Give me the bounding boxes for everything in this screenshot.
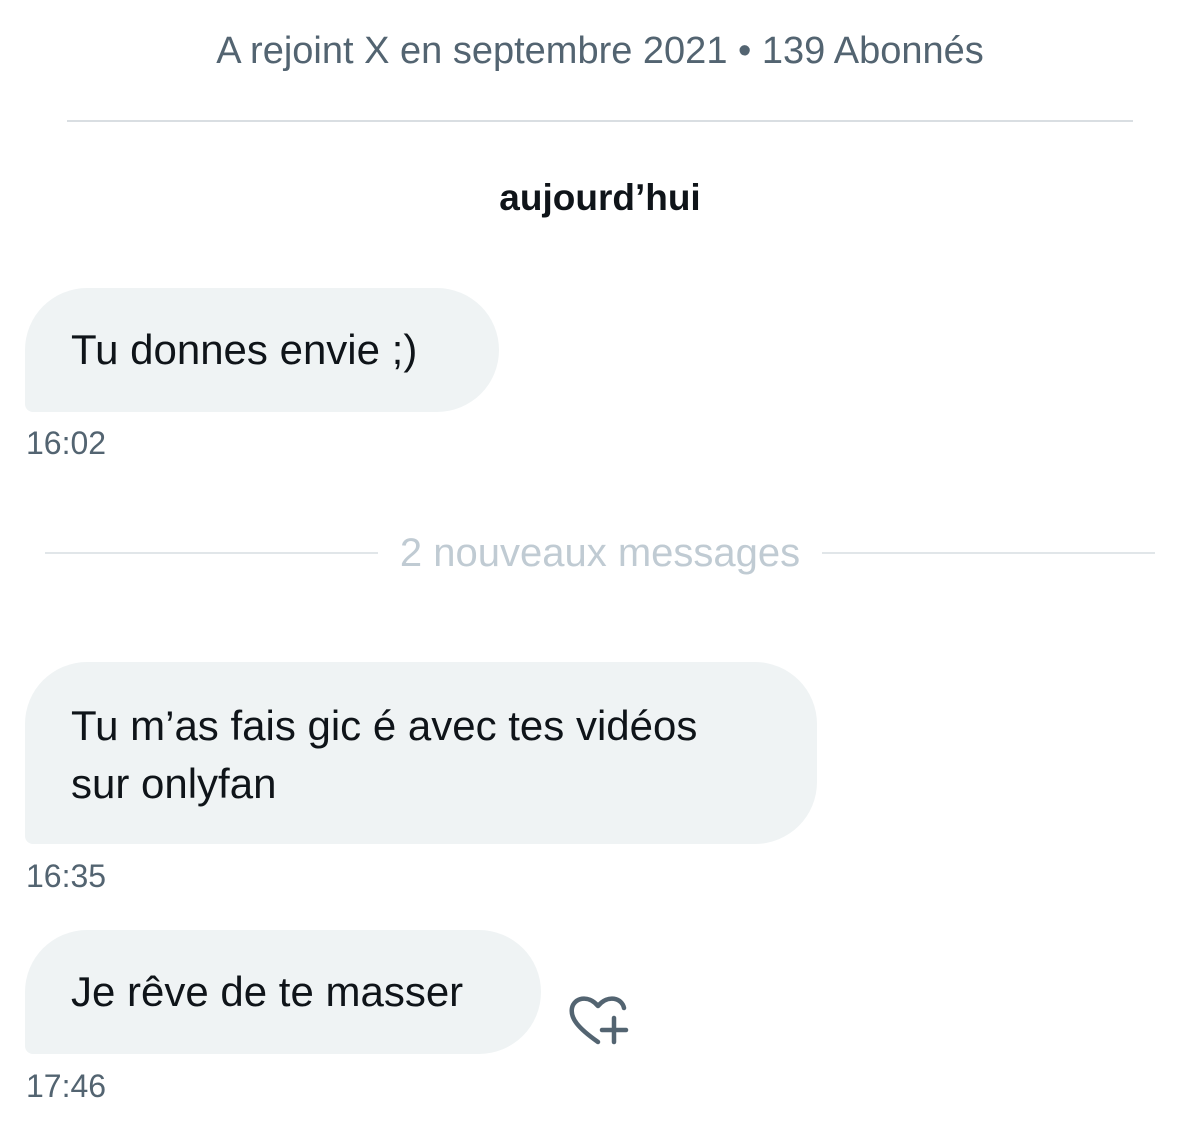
message-text: Tu m’as fais gic é avec tes vidéos sur o… xyxy=(71,702,698,807)
message-bubble[interactable]: Tu m’as fais gic é avec tes vidéos sur o… xyxy=(25,662,817,844)
profile-meta: A rejoint X en septembre 2021 • 139 Abon… xyxy=(216,30,984,72)
message-timestamp: 16:02 xyxy=(26,425,107,461)
new-messages-divider: 2 nouveaux messages xyxy=(45,528,1156,578)
heart-plus-icon[interactable] xyxy=(566,992,630,1048)
section-divider xyxy=(67,120,1133,122)
message-text: Je rêve de te masser xyxy=(71,968,464,1015)
message-timestamp: 16:35 xyxy=(26,858,107,894)
message-text: Tu donnes envie ;) xyxy=(71,326,418,373)
message-bubble[interactable]: Je rêve de te masser xyxy=(25,930,541,1054)
message-timestamp: 17:46 xyxy=(26,1068,107,1104)
divider-line-left xyxy=(45,552,378,554)
message-bubble[interactable]: Tu donnes envie ;) xyxy=(25,288,499,412)
day-separator-label: aujourd’hui xyxy=(499,177,701,218)
new-messages-label: 2 nouveaux messages xyxy=(399,531,801,575)
divider-line-right xyxy=(822,552,1156,554)
